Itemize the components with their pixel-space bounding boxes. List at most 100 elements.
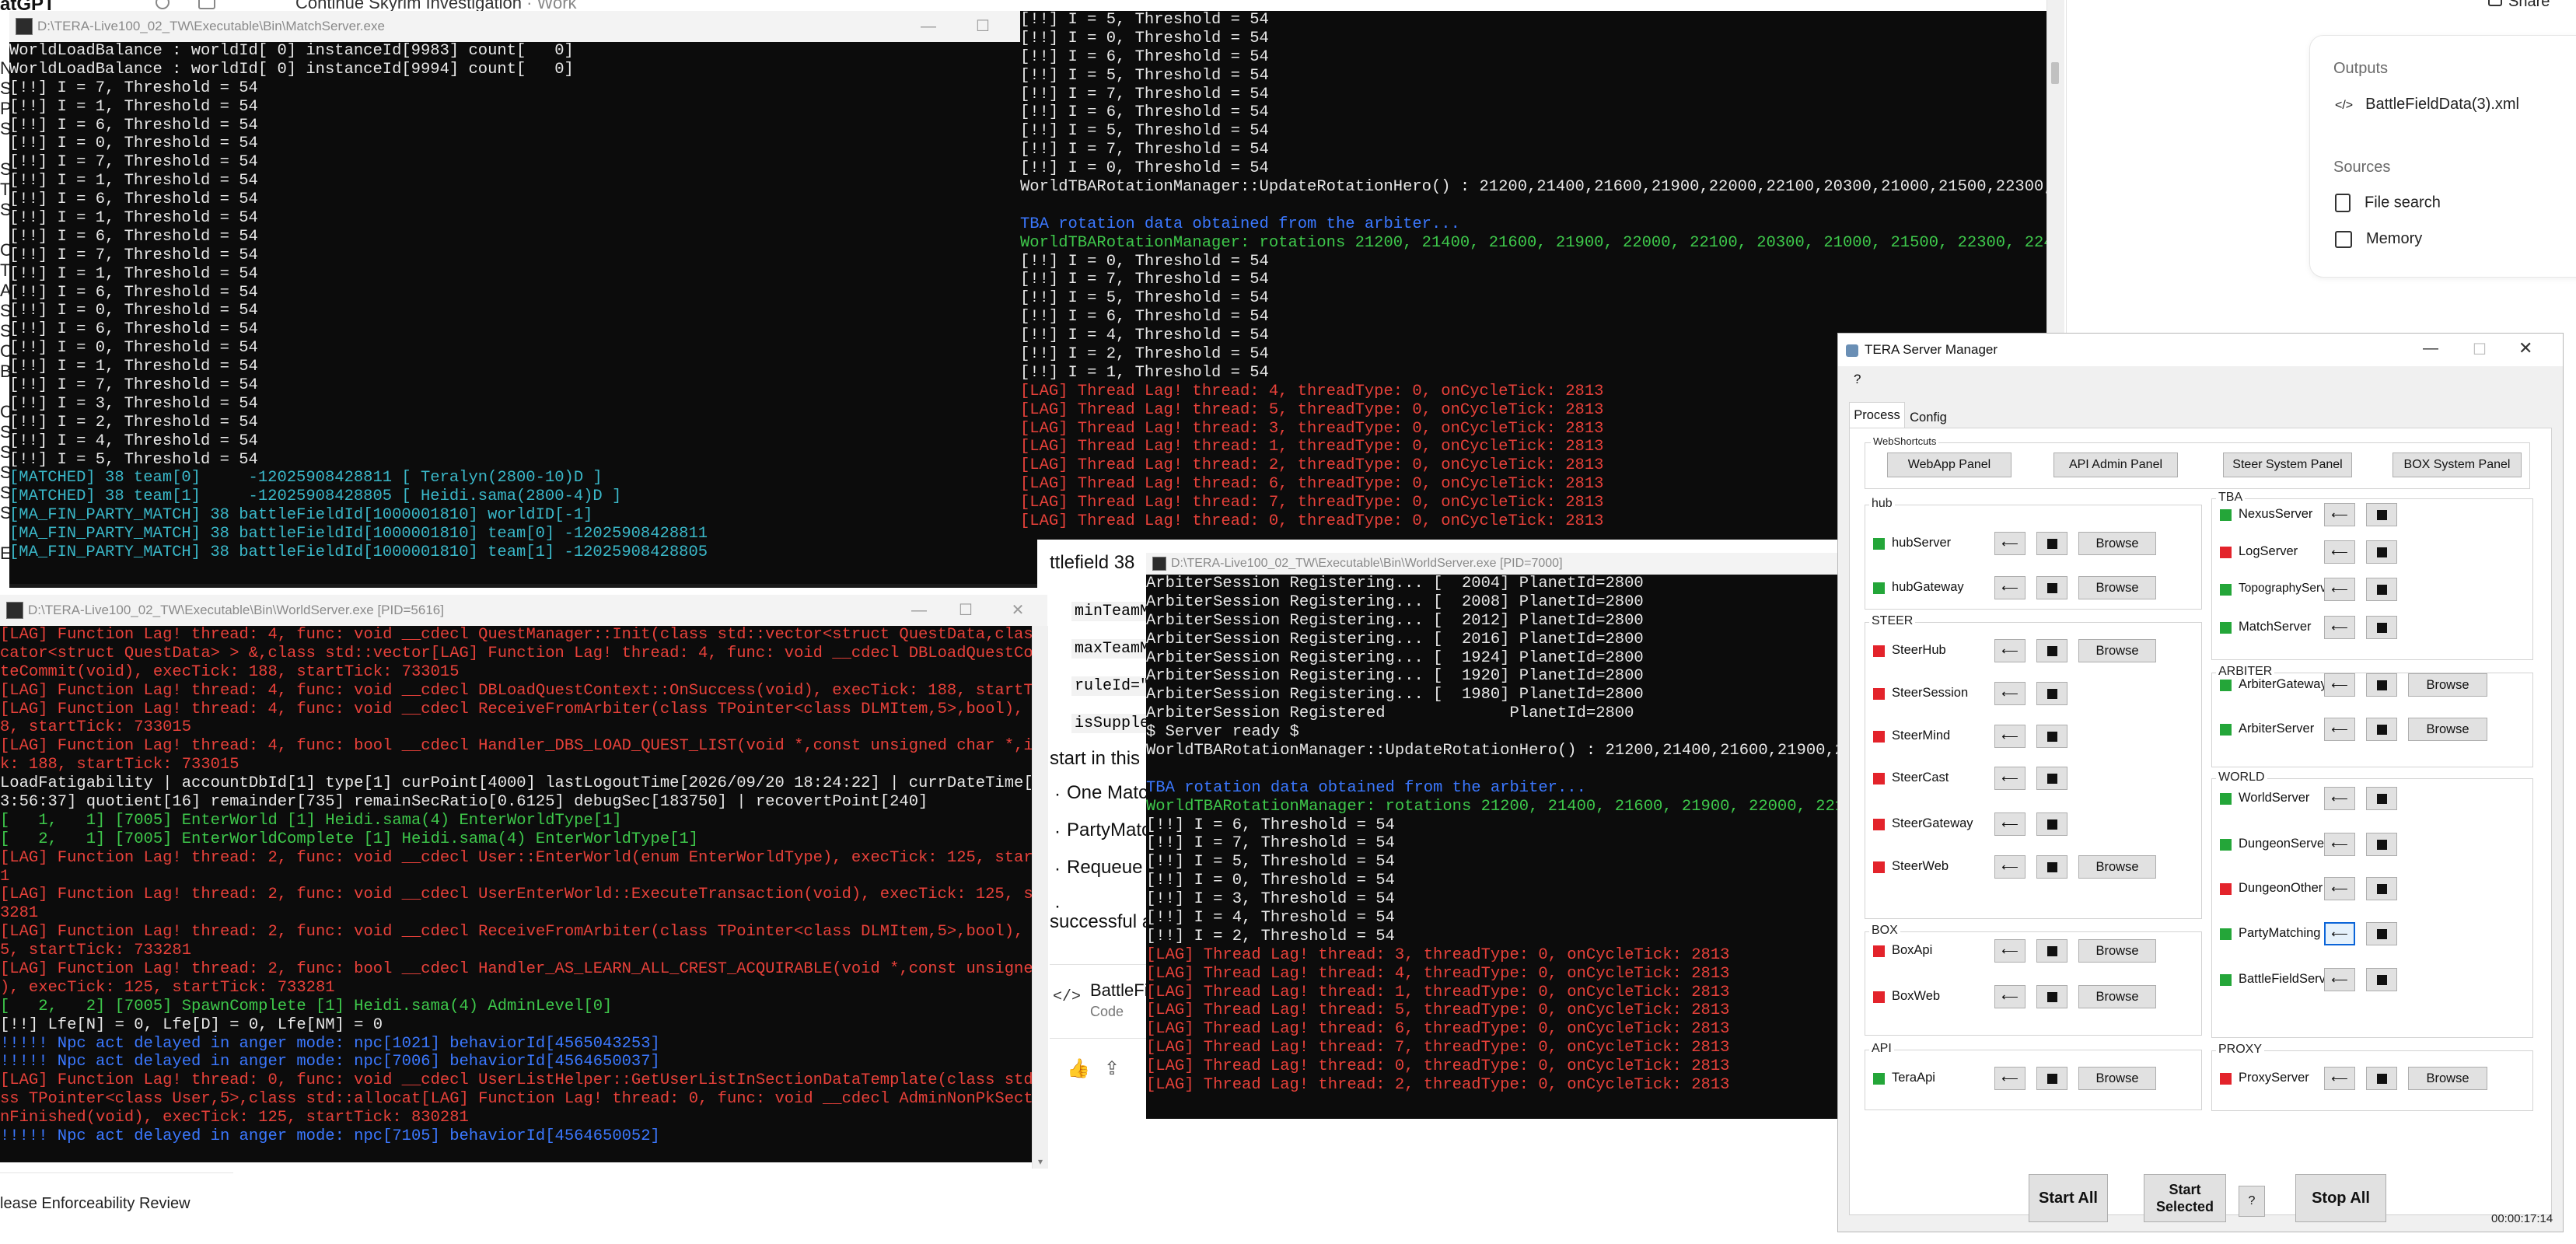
stop-server-button[interactable] (2366, 877, 2397, 900)
start-selected-button[interactable]: Start Selected (2144, 1174, 2226, 1222)
start-all-button[interactable]: Start All (2029, 1174, 2108, 1222)
stop-server-button[interactable] (2366, 833, 2397, 856)
scrollbar-thumb[interactable] (2051, 62, 2059, 84)
maximize-icon[interactable]: ☐ (2473, 340, 2487, 359)
worldserver1-scrollbar[interactable]: ▾ (1032, 626, 1048, 1169)
start-arrow-icon: ⟵ (2331, 620, 2348, 634)
stop-server-button[interactable] (2036, 725, 2067, 748)
close-icon[interactable]: ✕ (2518, 338, 2532, 358)
stop-server-button[interactable] (2366, 787, 2397, 810)
stop-server-button[interactable] (2366, 503, 2397, 526)
matchserver-titlebar[interactable]: D:\TERA-Live100_02_TW\Executable\Bin\Mat… (9, 11, 1037, 43)
start-server-button[interactable]: ⟵ (1994, 682, 2025, 705)
start-server-button[interactable]: ⟵ (2324, 877, 2355, 900)
worldserver1-console[interactable]: [LAG] Function Lag! thread: 4, func: voi… (0, 626, 1032, 1162)
scroll-down-arrow[interactable]: ▾ (1033, 1155, 1048, 1169)
stop-server-button[interactable] (2036, 576, 2067, 599)
source-memory[interactable]: Memory (2335, 230, 2422, 248)
worldserver1-titlebar[interactable]: D:\TERA-Live100_02_TW\Executable\Bin\Wor… (0, 595, 1047, 627)
start-server-button[interactable]: ⟵ (2324, 787, 2355, 810)
share-button[interactable]: Share (2488, 0, 2550, 11)
start-server-button[interactable]: ⟵ (2324, 673, 2355, 697)
start-server-button[interactable]: ⟵ (1994, 855, 2025, 879)
console-line: LoadFatigability | accountDbId[1] type[1… (0, 774, 1032, 793)
start-server-button[interactable]: ⟵ (2324, 616, 2355, 639)
stop-server-button[interactable] (2036, 682, 2067, 705)
browse-button[interactable]: Browse (2408, 1067, 2487, 1090)
start-server-button[interactable]: ⟵ (2324, 718, 2355, 741)
minimize-icon[interactable]: — (919, 17, 938, 36)
sm-titlebar[interactable]: TERA Server Manager — ☐ ✕ (1838, 334, 2563, 366)
sidebar-toggle-icon[interactable] (198, 0, 215, 9)
start-server-button[interactable]: ⟵ (1994, 639, 2025, 662)
stop-server-button[interactable] (2036, 939, 2067, 963)
browse-button[interactable]: Browse (2078, 855, 2156, 879)
maximize-icon[interactable]: ☐ (956, 601, 975, 620)
code-card[interactable]: </> BattleFi Code (1050, 964, 1147, 1039)
steer-system-panel-button[interactable]: Steer System Panel (2223, 453, 2352, 477)
close-icon[interactable]: ✕ (1008, 601, 1027, 620)
stop-server-button[interactable] (2036, 855, 2067, 879)
tab-process[interactable]: Process (1849, 402, 1905, 429)
minimize-icon[interactable]: — (910, 601, 928, 620)
server-name-label: NexusServer (2239, 507, 2313, 521)
stop-server-button[interactable] (2366, 922, 2397, 945)
console-line: [!!] I = 5, Threshold = 54 (1020, 122, 1269, 141)
start-server-button[interactable]: ⟵ (1994, 939, 2025, 963)
worldserver2-console[interactable]: ArbiterSession Registering... [ 2004] Pl… (1146, 575, 1837, 1119)
start-server-button[interactable]: ⟵ (2324, 540, 2355, 564)
maximize-icon[interactable]: ☐ (973, 17, 992, 36)
start-server-button[interactable]: ⟵ (2324, 922, 2355, 945)
menu-help[interactable]: ? (1854, 372, 1861, 387)
share-icon[interactable]: ⇪ (1104, 1057, 1120, 1080)
matchserver-console[interactable]: WorldLoadBalance : worldId[ 0] instanceI… (9, 42, 1037, 584)
start-server-button[interactable]: ⟵ (1994, 1067, 2025, 1090)
stop-server-button[interactable] (2366, 718, 2397, 741)
help-button[interactable]: ? (2239, 1186, 2265, 1217)
stop-server-button[interactable] (2366, 616, 2397, 639)
start-server-button[interactable]: ⟵ (1994, 985, 2025, 1008)
webapp-panel-button[interactable]: WebApp Panel (1887, 453, 2012, 477)
stop-server-button[interactable] (2366, 578, 2397, 601)
browse-button[interactable]: Browse (2078, 985, 2156, 1008)
stop-square-icon (2376, 509, 2387, 520)
start-server-button[interactable]: ⟵ (2324, 1067, 2355, 1090)
stop-server-button[interactable] (2366, 540, 2397, 564)
sidebar-footer-item[interactable]: lease Enforceability Review (0, 1195, 190, 1213)
stop-server-button[interactable] (2036, 639, 2067, 662)
output-file-item[interactable]: </> BattleFieldData(3).xml (2335, 96, 2519, 114)
start-server-button[interactable]: ⟵ (1994, 532, 2025, 555)
start-server-button[interactable]: ⟵ (2324, 503, 2355, 526)
browse-button[interactable]: Browse (2078, 532, 2156, 555)
thumbs-up-icon[interactable]: 👍 (1067, 1057, 1090, 1080)
tab-config[interactable]: Config (1905, 407, 1952, 428)
browse-button[interactable]: Browse (2408, 718, 2487, 741)
stop-server-button[interactable] (2036, 1067, 2067, 1090)
start-server-button[interactable]: ⟵ (2324, 833, 2355, 856)
start-server-button[interactable]: ⟵ (1994, 725, 2025, 748)
stop-server-button[interactable] (2366, 968, 2397, 991)
start-server-button[interactable]: ⟵ (1994, 812, 2025, 836)
browse-button[interactable]: Browse (2408, 673, 2487, 697)
browse-button[interactable]: Browse (2078, 639, 2156, 662)
stop-server-button[interactable] (2366, 673, 2397, 697)
worldserver2-titlebar[interactable]: D:\TERA-Live100_02_TW\Executable\Bin\Wor… (1146, 553, 1838, 575)
stop-server-button[interactable] (2366, 1067, 2397, 1090)
stop-server-button[interactable] (2036, 532, 2067, 555)
browse-button[interactable]: Browse (2078, 576, 2156, 599)
stop-server-button[interactable] (2036, 812, 2067, 836)
console-line: !!!!! Npc act delayed in anger mode: npc… (0, 1034, 660, 1053)
api-admin-panel-button[interactable]: API Admin Panel (2053, 453, 2178, 477)
source-file-search[interactable]: File search (2335, 194, 2441, 212)
start-server-button[interactable]: ⟵ (2324, 968, 2355, 991)
stop-server-button[interactable] (2036, 767, 2067, 790)
start-server-button[interactable]: ⟵ (2324, 578, 2355, 601)
browse-button[interactable]: Browse (2078, 939, 2156, 963)
browse-button[interactable]: Browse (2078, 1067, 2156, 1090)
start-server-button[interactable]: ⟵ (1994, 767, 2025, 790)
stop-server-button[interactable] (2036, 985, 2067, 1008)
stop-all-button[interactable]: Stop All (2295, 1174, 2386, 1222)
box-system-panel-button[interactable]: BOX System Panel (2392, 453, 2522, 477)
start-server-button[interactable]: ⟵ (1994, 576, 2025, 599)
minimize-icon[interactable]: — (2423, 340, 2438, 358)
